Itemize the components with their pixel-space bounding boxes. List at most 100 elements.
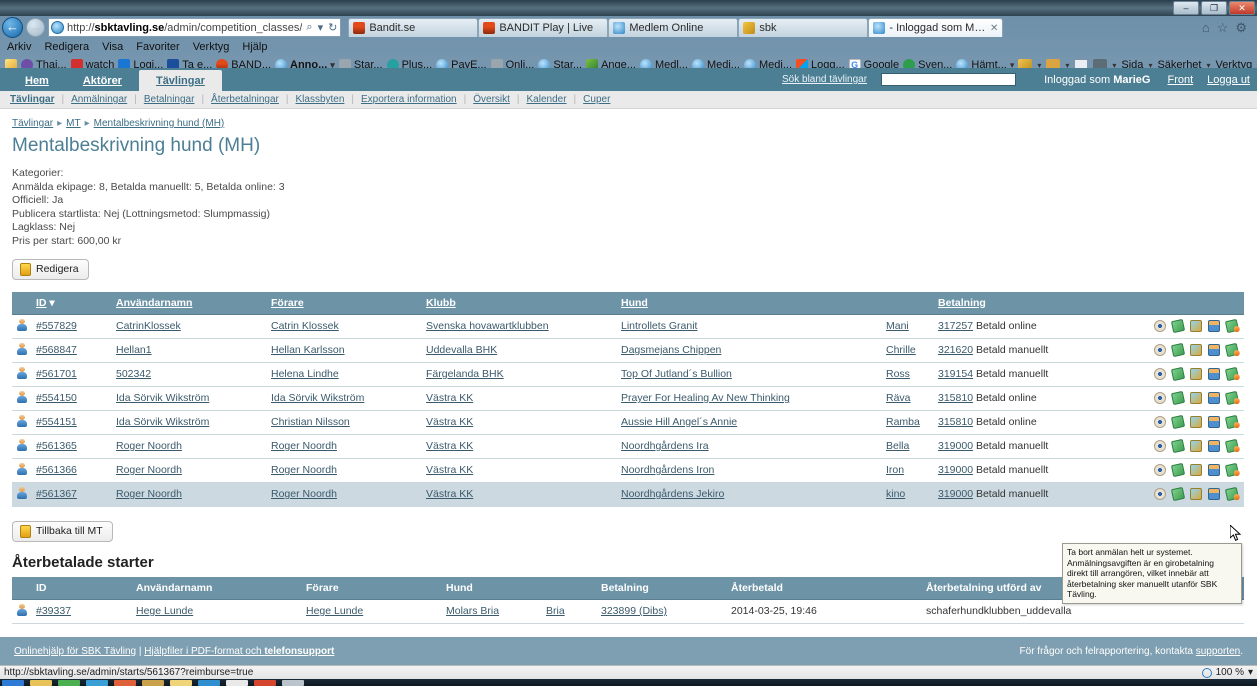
forward-icon[interactable]: → (26, 18, 45, 37)
menu-verktyg[interactable]: Verktyg (193, 41, 230, 53)
online-help-link[interactable]: Onlinehjälp för SBK Tävling (14, 646, 136, 657)
table-row[interactable]: #39337 Hege Lunde Hege Lunde Molars Bria… (12, 599, 1244, 624)
subnav-exportera-information[interactable]: Exportera information (354, 94, 464, 105)
cell-driver[interactable]: Roger Noordh (267, 434, 422, 459)
col-username[interactable]: Användarnamn (112, 291, 267, 315)
refund-money-icon[interactable] (1224, 367, 1240, 382)
cell-dog[interactable]: Molars Bria (442, 599, 542, 624)
cell-club[interactable]: Färgelanda BHK (422, 362, 617, 387)
cell-username[interactable]: Roger Noordh (112, 458, 267, 483)
cell-id[interactable]: #554151 (32, 410, 112, 435)
pay-user-money-icon[interactable] (1190, 488, 1202, 501)
cell-username[interactable]: Roger Noordh (112, 434, 267, 459)
refund-money-icon[interactable] (1224, 463, 1240, 478)
cell-driver[interactable]: Ida Sörvik Wikström (267, 386, 422, 411)
subnav-cuper[interactable]: Cuper (576, 94, 617, 105)
payment-id-link[interactable]: 321620 (938, 344, 973, 356)
browser-tab[interactable]: BANDIT Play | Live (478, 18, 609, 37)
chevron-down-icon[interactable]: ▾ (1248, 667, 1253, 678)
pay-user-money-icon[interactable] (1190, 440, 1202, 453)
taskbar-item[interactable] (254, 679, 276, 686)
cell-dog[interactable]: Dagsmejans Chippen (617, 338, 882, 363)
edit-user-icon[interactable] (1208, 320, 1220, 333)
cell-username[interactable]: 502342 (112, 362, 267, 387)
cell-id[interactable]: #561701 (32, 362, 112, 387)
pay-user-money-icon[interactable] (1190, 368, 1202, 381)
cell-username[interactable]: Hege Lunde (132, 599, 302, 624)
cell-dog[interactable]: Noordhgårdens Jekiro (617, 482, 882, 507)
cell-club[interactable]: Västra KK (422, 434, 617, 459)
payment-id-link[interactable]: 317257 (938, 320, 973, 332)
search-competitions-label[interactable]: Sök bland tävlingar (768, 74, 881, 85)
edit-user-icon[interactable] (1208, 392, 1220, 405)
view-eye-icon[interactable] (1154, 320, 1166, 333)
col-dog[interactable]: Hund (617, 291, 882, 315)
cell-club[interactable]: Västra KK (422, 410, 617, 435)
taskbar-item[interactable] (198, 679, 220, 686)
cell-club[interactable]: Västra KK (422, 386, 617, 411)
pay-user-money-icon[interactable] (1190, 344, 1202, 357)
breadcrumb-current[interactable]: Mentalbeskrivning hund (MH) (94, 118, 225, 129)
cell-callname[interactable]: Ross (882, 362, 934, 387)
cell-callname[interactable]: Bella (882, 434, 934, 459)
taskbar-item[interactable] (142, 679, 164, 686)
view-eye-icon[interactable] (1154, 392, 1166, 405)
cell-callname[interactable]: Mani (882, 314, 934, 339)
logout-link[interactable]: Logga ut (1200, 74, 1257, 86)
view-eye-icon[interactable] (1154, 344, 1166, 357)
search-icon[interactable]: ⌕ (305, 21, 313, 34)
taskbar-item[interactable] (58, 679, 80, 686)
cell-dog[interactable]: Aussie Hill Angel´s Annie (617, 410, 882, 435)
cell-driver[interactable]: Helena Lindhe (267, 362, 422, 387)
refund-money-icon[interactable] (1224, 439, 1240, 454)
pay-user-money-icon[interactable] (1190, 392, 1202, 405)
taskbar-item[interactable] (30, 679, 52, 686)
cell-driver[interactable]: Hege Lunde (302, 599, 442, 624)
col-id[interactable]: ID ▾ (32, 291, 112, 315)
cell-callname[interactable]: Iron (882, 458, 934, 483)
cell-callname[interactable]: Ramba (882, 410, 934, 435)
edit-user-icon[interactable] (1208, 344, 1220, 357)
cell-driver[interactable]: Hellan Karlsson (267, 338, 422, 363)
pdf-help-link[interactable]: Hjälpfiler i PDF-format och telefonsuppo… (144, 646, 334, 657)
subnav-tavlingar[interactable]: Tävlingar (10, 94, 61, 105)
menu-favoriter[interactable]: Favoriter (136, 41, 179, 53)
close-button[interactable]: ✕ (1229, 1, 1255, 15)
taskbar-item[interactable] (170, 679, 192, 686)
subnav-kalender[interactable]: Kalender (520, 94, 574, 105)
zoom-control[interactable]: 100 % ▾ (1201, 667, 1253, 678)
cell-id[interactable]: #561365 (32, 434, 112, 459)
cell-id[interactable]: #561366 (32, 458, 112, 483)
edit-user-icon[interactable] (1208, 368, 1220, 381)
view-eye-icon[interactable] (1154, 488, 1166, 501)
cell-driver[interactable]: Catrin Klossek (267, 314, 422, 339)
view-eye-icon[interactable] (1154, 464, 1166, 477)
tab-hem[interactable]: Hem (8, 70, 66, 91)
payment-money-icon[interactable] (1170, 415, 1186, 430)
browser-tab[interactable]: sbk (738, 18, 869, 37)
cell-username[interactable]: Ida Sörvik Wikström (112, 386, 267, 411)
close-icon[interactable]: ✕ (990, 23, 998, 34)
cell-id[interactable]: #568847 (32, 338, 112, 363)
tab-tavlingar[interactable]: Tävlingar (138, 70, 222, 91)
cell-callname[interactable]: Chrille (882, 338, 934, 363)
pay-user-money-icon[interactable] (1190, 320, 1202, 333)
front-link[interactable]: Front (1160, 74, 1200, 86)
breadcrumb-mt[interactable]: MT (66, 118, 80, 129)
payment-id-link[interactable]: 319154 (938, 368, 973, 380)
cell-club[interactable]: Uddevalla BHK (422, 338, 617, 363)
cell-dog[interactable]: Lintrollets Granit (617, 314, 882, 339)
cell-username[interactable]: CatrinKlossek (112, 314, 267, 339)
cell-id[interactable]: #39337 (32, 599, 132, 624)
cell-driver[interactable]: Roger Noordh (267, 482, 422, 507)
col-club[interactable]: Klubb (422, 291, 617, 315)
pay-user-money-icon[interactable] (1190, 464, 1202, 477)
table-row[interactable]: #554151 Ida Sörvik Wikström Christian Ni… (12, 410, 1244, 435)
browser-tab[interactable]: Medlem Online (608, 18, 739, 37)
menu-arkiv[interactable]: Arkiv (7, 41, 31, 53)
subnav-klassbyten[interactable]: Klassbyten (288, 94, 351, 105)
browser-tab[interactable]: Bandit.se (348, 18, 479, 37)
refund-money-icon[interactable] (1224, 391, 1240, 406)
subnav-anmalningar[interactable]: Anmälningar (64, 94, 134, 105)
edit-user-icon[interactable] (1208, 416, 1220, 429)
